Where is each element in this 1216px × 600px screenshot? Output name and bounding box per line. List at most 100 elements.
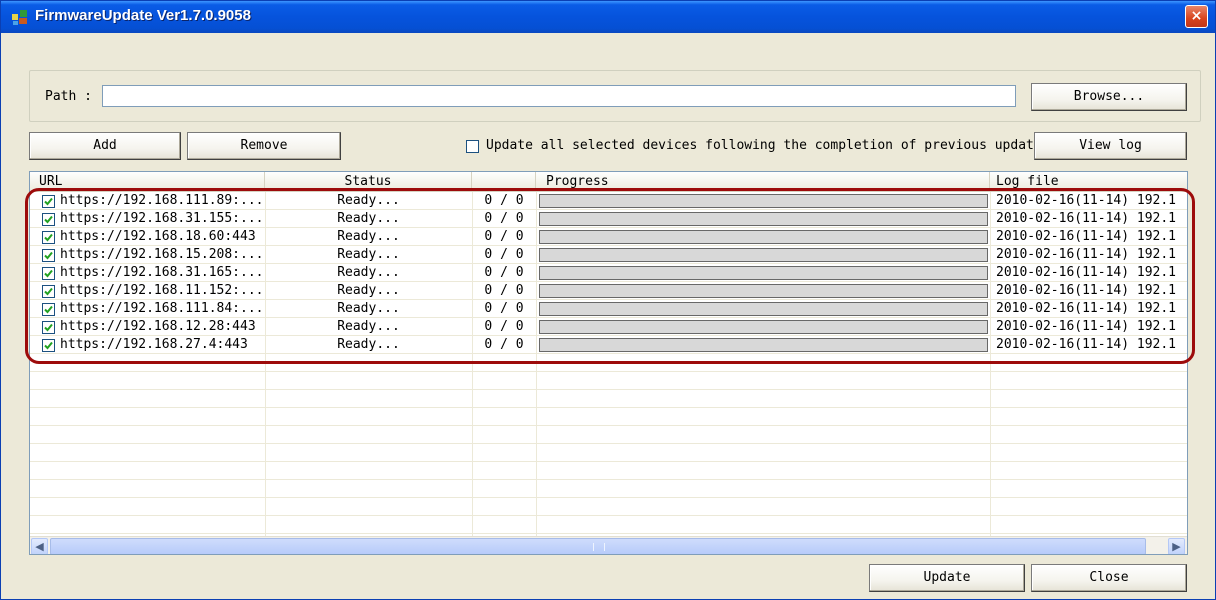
row-checkbox[interactable]: [42, 285, 55, 298]
browse-button[interactable]: Browse...: [1031, 83, 1187, 111]
row-url: https://192.168.27.4:443: [60, 337, 248, 352]
table-row[interactable]: https://192.168.31.165:... Ready... 0 / 0 2…: [30, 264, 1187, 282]
row-progress-bar: [539, 320, 988, 334]
update-button[interactable]: Update: [869, 564, 1025, 592]
row-progress-bar: [539, 230, 988, 244]
row-log-file: 2010-02-16(11-14) 192.1: [996, 193, 1177, 208]
row-url: https://192.168.31.155:...: [60, 211, 264, 226]
checkmark-icon: [44, 215, 53, 224]
window-title: FirmwareUpdate Ver1.7.0.9058: [35, 7, 251, 24]
row-progress-bar: [539, 194, 988, 208]
scrollbar-thumb[interactable]: [50, 538, 1146, 554]
row-status: Ready...: [337, 229, 400, 244]
grid-line: [30, 515, 1187, 516]
scrollbar-grip-icon: [593, 543, 605, 551]
firmware-update-window: FirmwareUpdate Ver1.7.0.9058 × Path : Br…: [0, 0, 1216, 600]
checkmark-icon: [44, 305, 53, 314]
row-log-file: 2010-02-16(11-14) 192.1: [996, 247, 1177, 262]
table-row[interactable]: https://192.168.18.60:443 Ready... 0 / 0 20…: [30, 228, 1187, 246]
row-log-file: 2010-02-16(11-14) 192.1: [996, 337, 1177, 352]
column-header-count[interactable]: [472, 172, 536, 191]
row-status: Ready...: [337, 337, 400, 352]
checkmark-icon: [44, 341, 53, 350]
row-count: 0 / 0: [484, 265, 524, 280]
close-button[interactable]: Close: [1031, 564, 1187, 592]
grid-line: [30, 461, 1187, 462]
row-url: https://192.168.31.165:...: [60, 265, 264, 280]
row-status: Ready...: [337, 247, 400, 262]
row-checkbox[interactable]: [42, 249, 55, 262]
grid-line: [30, 425, 1187, 426]
row-checkbox[interactable]: [42, 231, 55, 244]
table-row[interactable]: https://192.168.111.84:... Ready... 0 / 0 2…: [30, 300, 1187, 318]
column-header-progress[interactable]: Progress: [536, 172, 990, 191]
row-checkbox[interactable]: [42, 267, 55, 280]
column-header-log-file[interactable]: Log file: [990, 172, 1187, 191]
row-status: Ready...: [337, 193, 400, 208]
row-log-file: 2010-02-16(11-14) 192.1: [996, 319, 1177, 334]
row-count: 0 / 0: [484, 319, 524, 334]
grid-line: [30, 407, 1187, 408]
row-progress-bar: [539, 266, 988, 280]
add-button[interactable]: Add: [29, 132, 181, 160]
row-progress-bar: [539, 248, 988, 262]
row-progress-bar: [539, 212, 988, 226]
row-checkbox[interactable]: [42, 339, 55, 352]
row-url: https://192.168.111.84:...: [60, 301, 264, 316]
device-list[interactable]: URL Status Progress Log file https://192…: [29, 171, 1188, 555]
grid-line: [30, 443, 1187, 444]
row-status: Ready...: [337, 301, 400, 316]
row-status: Ready...: [337, 211, 400, 226]
horizontal-scrollbar[interactable]: ◀ ▶: [30, 536, 1187, 554]
remove-button[interactable]: Remove: [187, 132, 341, 160]
column-header-status[interactable]: Status: [265, 172, 472, 191]
table-row[interactable]: https://192.168.31.155:... Ready... 0 / 0 2…: [30, 210, 1187, 228]
checkmark-icon: [44, 287, 53, 296]
path-input[interactable]: [102, 85, 1016, 107]
row-log-file: 2010-02-16(11-14) 192.1: [996, 229, 1177, 244]
firmware-update-app-icon: [12, 10, 27, 25]
row-count: 0 / 0: [484, 301, 524, 316]
table-row[interactable]: https://192.168.11.152:... Ready... 0 / 0 2…: [30, 282, 1187, 300]
title-bar[interactable]: FirmwareUpdate Ver1.7.0.9058 ×: [1, 1, 1215, 33]
list-header: URL Status Progress Log file: [30, 172, 1187, 192]
checkmark-icon: [44, 269, 53, 278]
window-close-button[interactable]: ×: [1185, 5, 1208, 28]
row-url: https://192.168.12.28:443: [60, 319, 256, 334]
row-count: 0 / 0: [484, 229, 524, 244]
grid-line: [30, 371, 1187, 372]
checkmark-icon: [44, 197, 53, 206]
grid-line: [30, 389, 1187, 390]
row-progress-bar: [539, 284, 988, 298]
checkmark-icon: [44, 323, 53, 332]
row-count: 0 / 0: [484, 211, 524, 226]
grid-line: [30, 479, 1187, 480]
row-checkbox[interactable]: [42, 303, 55, 316]
table-row[interactable]: https://192.168.12.28:443 Ready... 0 / 0 20…: [30, 318, 1187, 336]
row-count: 0 / 0: [484, 337, 524, 352]
table-row[interactable]: https://192.168.27.4:443 Ready... 0 / 0 201…: [30, 336, 1187, 354]
table-row[interactable]: https://192.168.15.208:... Ready... 0 / 0 2…: [30, 246, 1187, 264]
scroll-left-arrow-icon[interactable]: ◀: [31, 538, 48, 554]
row-count: 0 / 0: [484, 283, 524, 298]
row-status: Ready...: [337, 265, 400, 280]
grid-line: [30, 497, 1187, 498]
sequential-update-checkbox[interactable]: [466, 140, 479, 153]
row-status: Ready...: [337, 283, 400, 298]
row-progress-bar: [539, 338, 988, 352]
row-checkbox[interactable]: [42, 213, 55, 226]
row-log-file: 2010-02-16(11-14) 192.1: [996, 265, 1177, 280]
table-row[interactable]: https://192.168.111.89:... Ready... 0 / 0 2…: [30, 192, 1187, 210]
checkmark-icon: [44, 233, 53, 242]
row-log-file: 2010-02-16(11-14) 192.1: [996, 283, 1177, 298]
scroll-right-arrow-icon[interactable]: ▶: [1168, 538, 1185, 554]
row-checkbox[interactable]: [42, 321, 55, 334]
view-log-button[interactable]: View log: [1034, 132, 1187, 160]
row-log-file: 2010-02-16(11-14) 192.1: [996, 301, 1177, 316]
column-header-url[interactable]: URL: [30, 172, 265, 191]
sequential-update-label: Update all selected devices following th…: [486, 138, 1050, 153]
row-url: https://192.168.18.60:443: [60, 229, 256, 244]
row-checkbox[interactable]: [42, 195, 55, 208]
row-status: Ready...: [337, 319, 400, 334]
row-url: https://192.168.111.89:...: [60, 193, 264, 208]
